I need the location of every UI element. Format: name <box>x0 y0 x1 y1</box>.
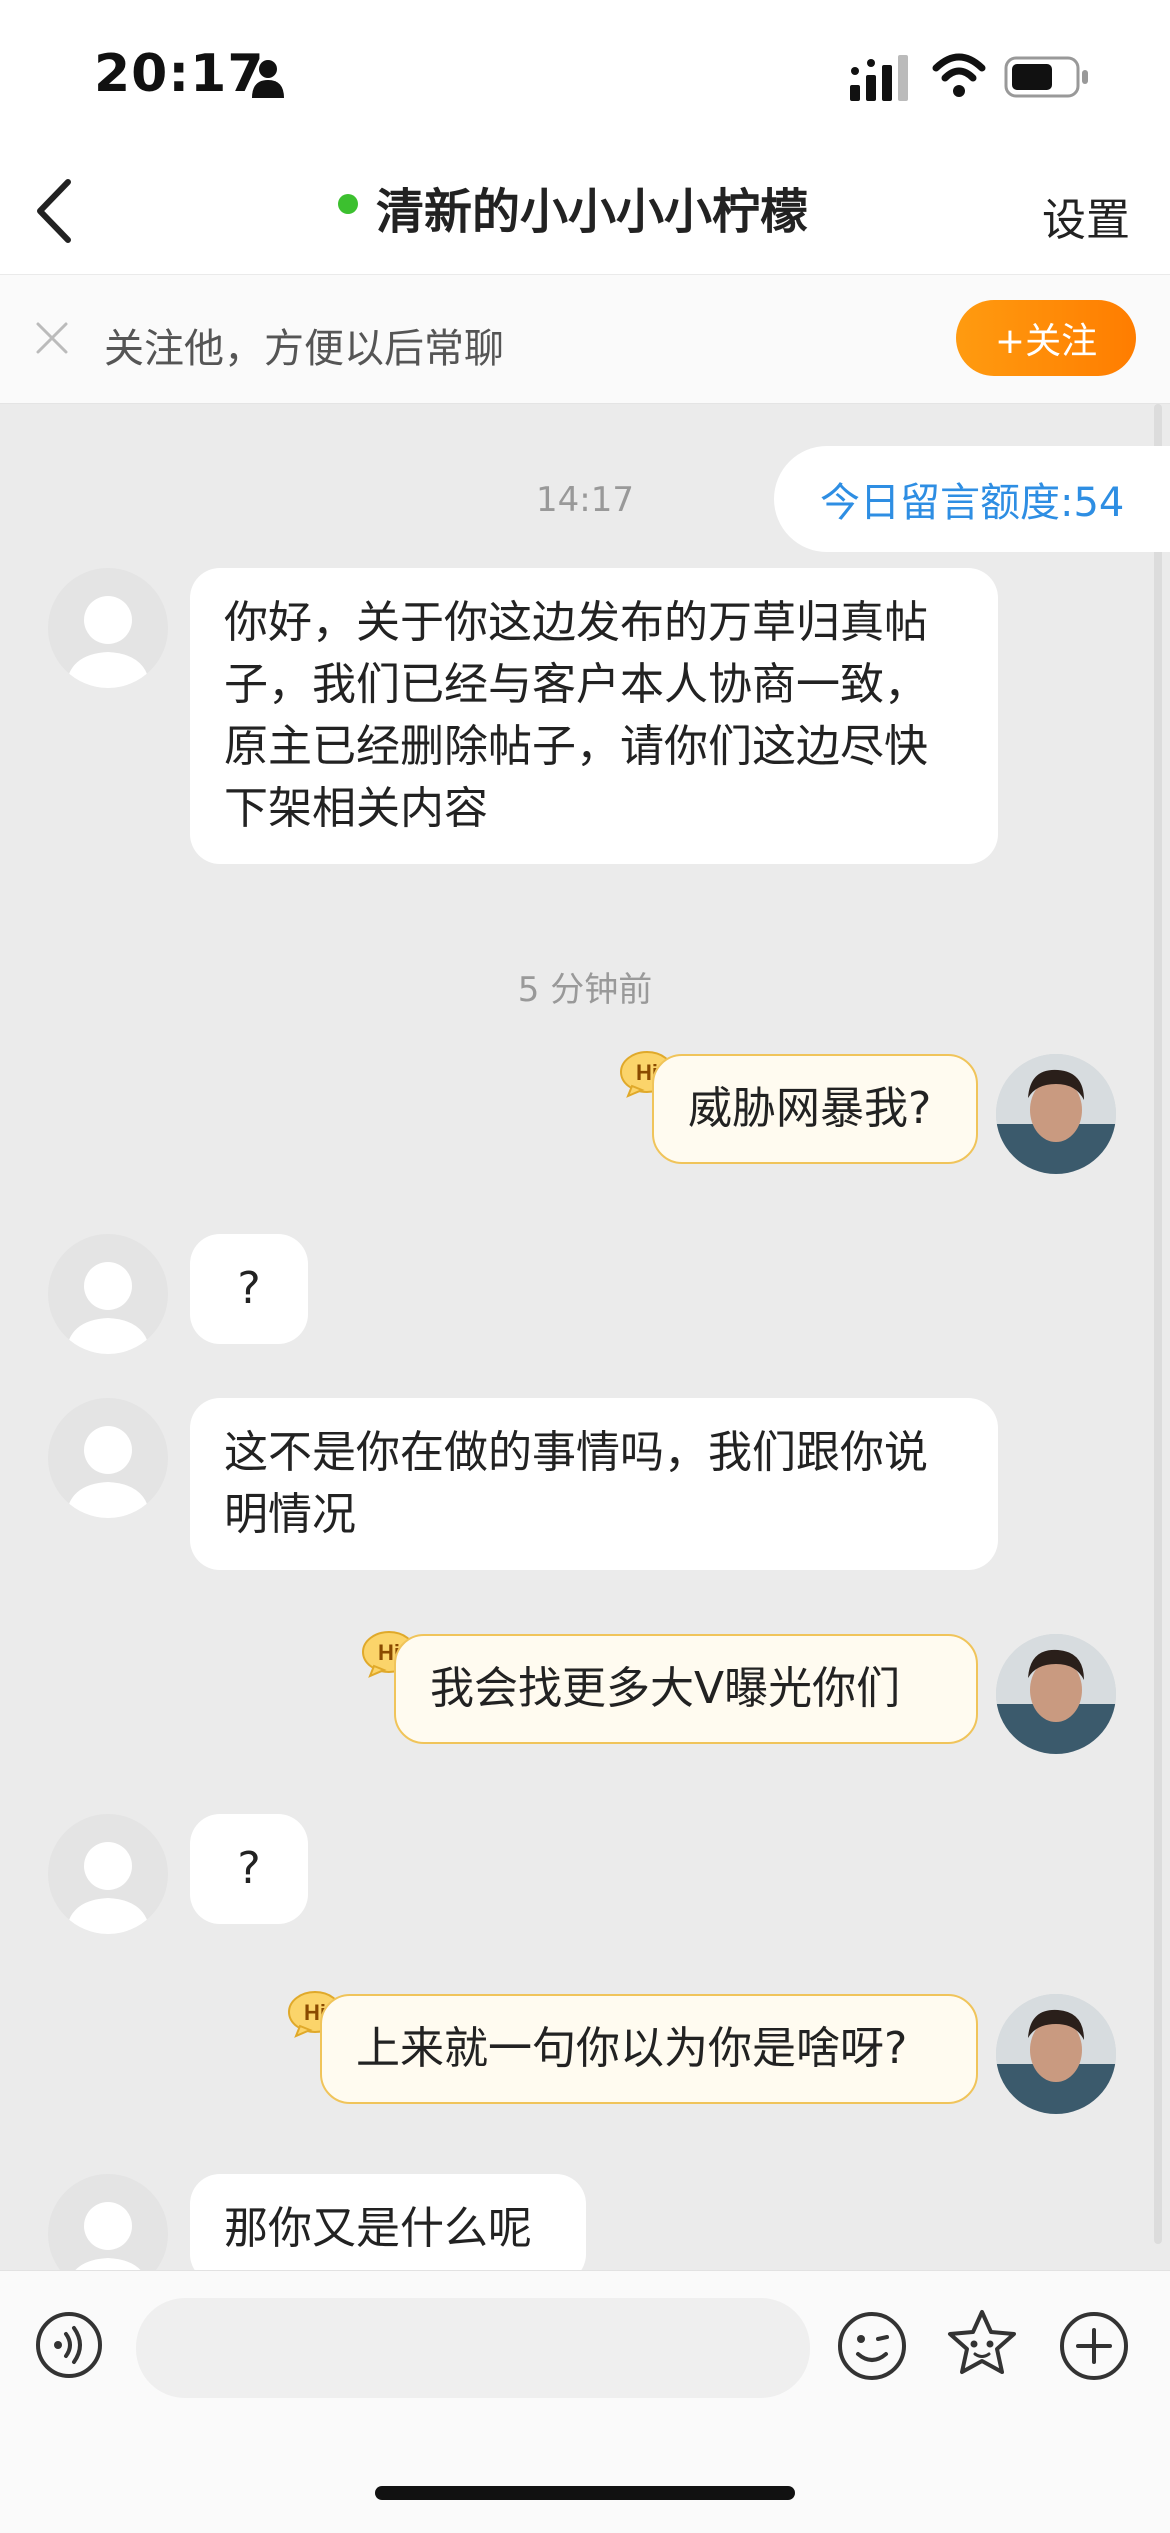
message-bubble-sent[interactable]: 威胁网暴我? <box>652 1054 978 1164</box>
plus-icon[interactable] <box>1058 2310 1130 2382</box>
avatar[interactable] <box>48 1814 168 1934</box>
conversation-title: 清新的小小小小柠檬 <box>376 184 809 240</box>
home-indicator[interactable] <box>375 2486 795 2500</box>
default-avatar-icon <box>66 1842 150 1934</box>
avatar[interactable] <box>48 1234 168 1354</box>
sticker-icon[interactable] <box>944 2306 1020 2382</box>
emoji-icon[interactable] <box>836 2310 908 2382</box>
self-avatar[interactable] <box>996 1054 1116 1174</box>
message-bubble-sent[interactable]: 上来就一句你以为你是啥呀? <box>320 1994 978 2104</box>
cellular-signal-icon <box>850 55 908 101</box>
message-bubble-received[interactable]: ? <box>190 1814 308 1924</box>
photo-avatar-icon <box>996 1054 1116 1174</box>
status-time: 20:17 <box>94 44 265 104</box>
default-avatar-icon <box>66 1426 150 1518</box>
self-avatar[interactable] <box>996 1634 1116 1754</box>
message-bubble-received[interactable]: ? <box>190 1234 308 1344</box>
chevron-left-icon[interactable] <box>30 176 78 246</box>
follow-button[interactable]: +关注 <box>956 300 1136 376</box>
message-input[interactable] <box>136 2298 810 2398</box>
close-icon[interactable] <box>32 318 72 358</box>
voice-icon[interactable] <box>34 2310 104 2380</box>
self-avatar[interactable] <box>996 1994 1116 2114</box>
photo-avatar-icon <box>996 1994 1116 2114</box>
battery-icon <box>1004 56 1088 98</box>
avatar[interactable] <box>48 568 168 688</box>
photo-avatar-icon <box>996 1634 1116 1754</box>
default-avatar-icon <box>66 596 150 688</box>
person-icon <box>252 60 284 98</box>
avatar[interactable] <box>48 1398 168 1518</box>
message-bubble-sent[interactable]: 我会找更多大V曝光你们 <box>394 1634 978 1744</box>
settings-button[interactable]: 设置 <box>1042 184 1130 248</box>
message-bubble-received[interactable]: 这不是你在做的事情吗，我们跟你说明情况 <box>190 1398 998 1570</box>
follow-banner-text: 关注他，方便以后常聊 <box>104 326 504 372</box>
wifi-icon <box>932 53 986 97</box>
default-avatar-icon <box>66 1262 150 1354</box>
message-bubble-received[interactable]: 那你又是什么呢 <box>190 2174 586 2284</box>
chat-scrollbar[interactable] <box>1154 404 1162 2244</box>
online-status-dot <box>338 194 358 214</box>
timestamp: 14:17 <box>536 480 634 520</box>
timestamp: 5 分钟前 <box>517 970 653 1010</box>
message-bubble-received[interactable]: 你好，关于你这边发布的万草归真帖子，我们已经与客户本人协商一致，原主已经删除帖子… <box>190 568 998 864</box>
